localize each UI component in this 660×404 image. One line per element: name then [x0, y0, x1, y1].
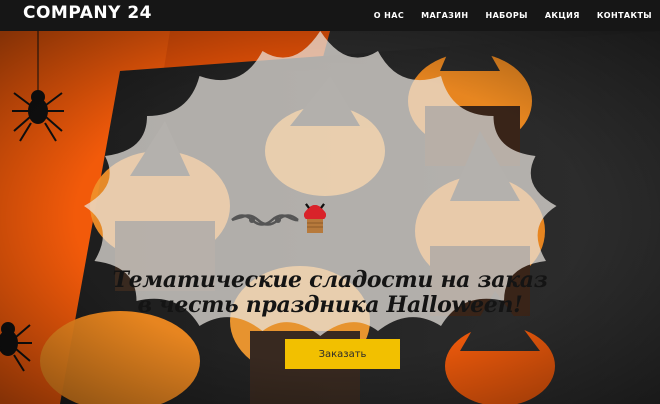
company-logo[interactable]: COMPANY 24 [23, 3, 152, 23]
headline-line-2: в честь праздника Halloween! [137, 291, 523, 318]
ornament-divider [230, 201, 450, 239]
headline-line-1: Тематические сладости на заказ [112, 266, 548, 293]
hero-section: Тематические сладости на заказ в честь п… [0, 31, 660, 404]
top-navigation-bar: COMPANY 24 О НАС МАГАЗИН НАБОРЫ АКЦИЯ КО… [0, 0, 660, 31]
nav-item-shop[interactable]: МАГАЗИН [421, 11, 468, 20]
order-button[interactable]: Заказать [285, 339, 400, 369]
nav-item-sets[interactable]: НАБОРЫ [485, 11, 527, 20]
swirl-ornament-icon [231, 214, 299, 226]
cupcake-icon [304, 203, 326, 233]
page: COMPANY 24 О НАС МАГАЗИН НАБОРЫ АКЦИЯ КО… [0, 0, 660, 404]
hero-headline: Тематические сладости на заказ в честь п… [110, 266, 550, 318]
main-nav: О НАС МАГАЗИН НАБОРЫ АКЦИЯ КОНТАКТЫ [357, 0, 652, 31]
nav-item-promo[interactable]: АКЦИЯ [545, 11, 580, 20]
nav-item-contacts[interactable]: КОНТАКТЫ [597, 11, 652, 20]
nav-item-about[interactable]: О НАС [374, 11, 404, 20]
